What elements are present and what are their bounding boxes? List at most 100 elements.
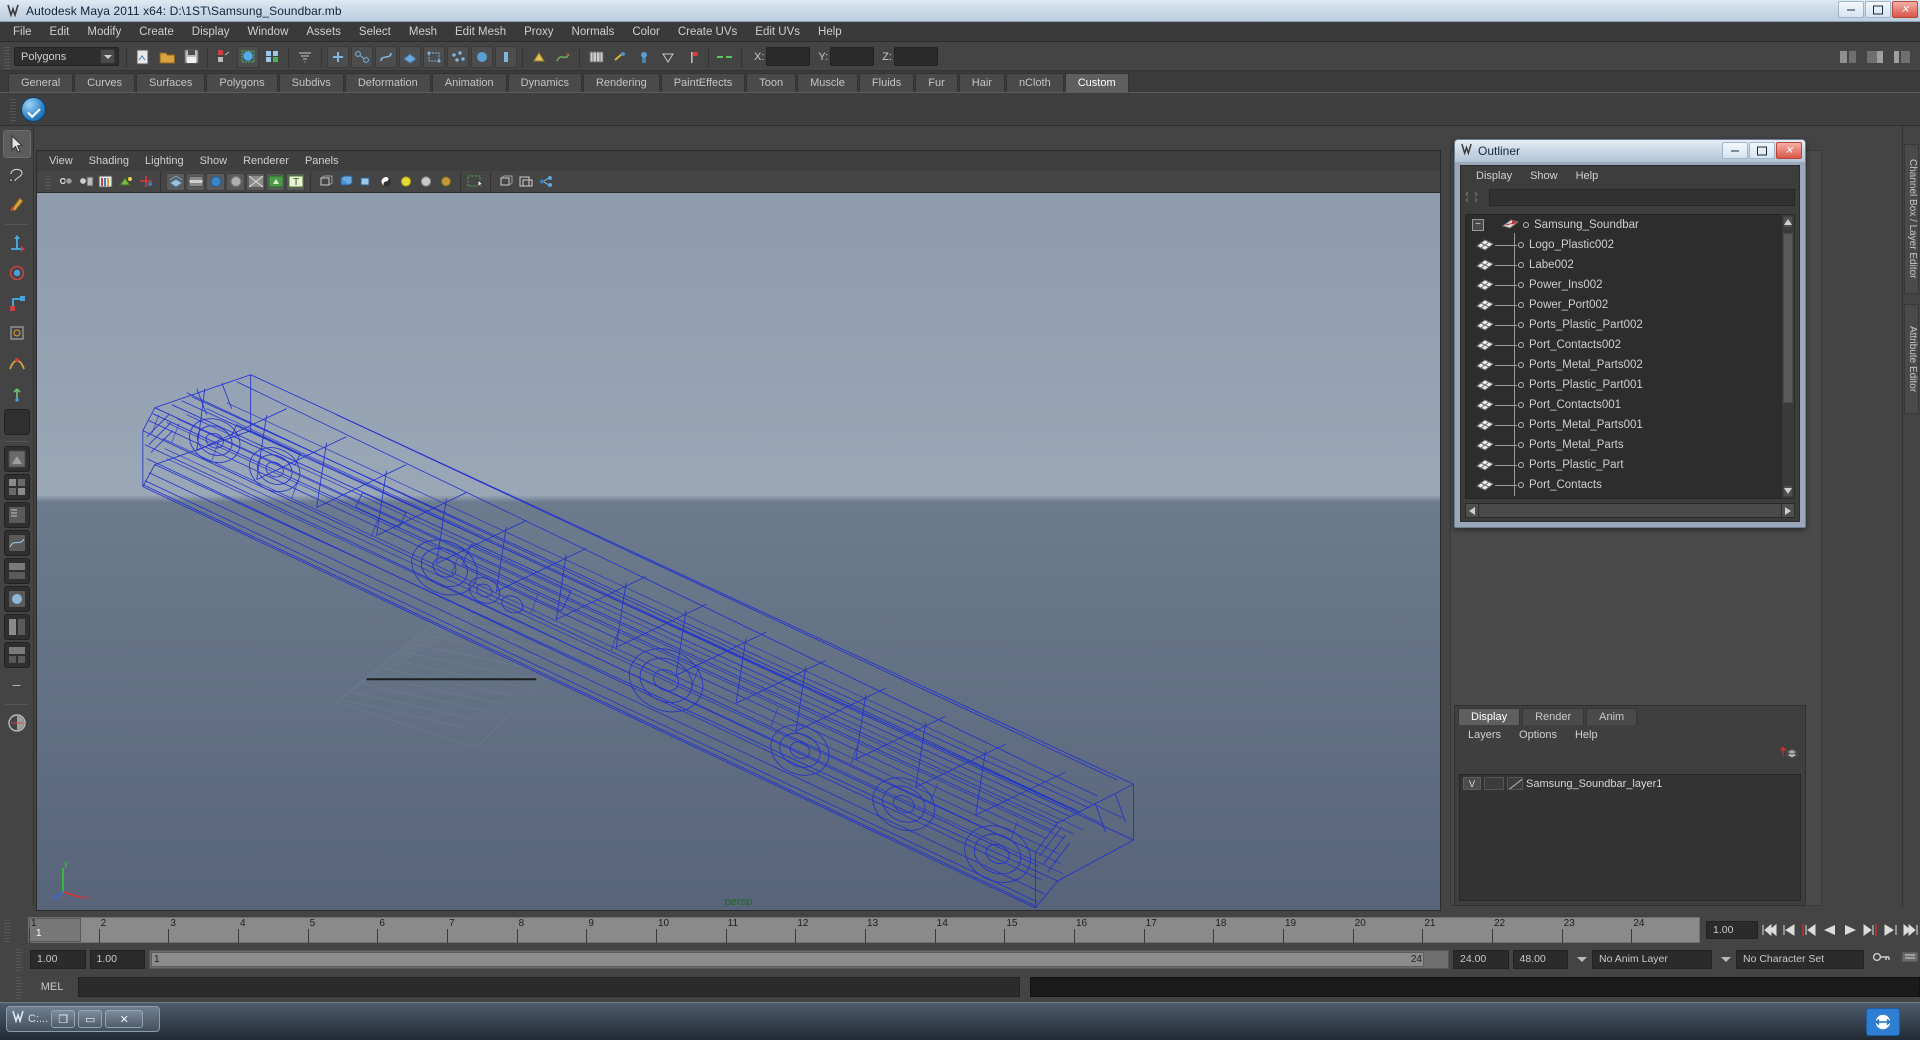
shelf-tab-surfaces[interactable]: Surfaces xyxy=(135,73,206,92)
command-input-field[interactable] xyxy=(78,977,1020,997)
character-set-dropdown[interactable]: No Character Set xyxy=(1716,949,1864,969)
outliner-item-label[interactable]: Ports_Metal_Parts001 xyxy=(1529,419,1643,431)
command-language-label[interactable]: MEL xyxy=(32,981,72,993)
snap-to-grid-button[interactable] xyxy=(528,46,550,68)
shelf-tab-rendering[interactable]: Rendering xyxy=(582,73,660,92)
bookmark-layout-icon[interactable] xyxy=(3,709,31,737)
close-button[interactable] xyxy=(1892,1,1918,18)
play-forwards-button[interactable] xyxy=(1841,920,1859,940)
anim-layer-dropdown[interactable]: No Anim Layer xyxy=(1572,949,1712,969)
shelf-tab-animation[interactable]: Animation xyxy=(431,73,507,92)
film-gate-icon[interactable] xyxy=(186,172,205,191)
viewport-menu-panels[interactable]: Panels xyxy=(297,153,347,169)
mask-deformations-button[interactable] xyxy=(423,45,445,68)
viewport-canvas[interactable]: y x z persp xyxy=(37,193,1440,910)
mask-joints-button[interactable] xyxy=(351,45,373,68)
viewport-menu-renderer[interactable]: Renderer xyxy=(235,153,297,169)
layer-menu-help[interactable]: Help xyxy=(1566,728,1607,742)
outliner-item-label[interactable]: Power_Ins002 xyxy=(1529,279,1603,291)
z-input-field[interactable] xyxy=(893,47,938,66)
scroll-up-arrow-icon[interactable] xyxy=(1783,216,1793,228)
layout-two-pane-button[interactable] xyxy=(3,614,30,640)
outliner-item-row[interactable]: Power_Ins002 xyxy=(1466,275,1794,295)
menu-create[interactable]: Create xyxy=(130,24,183,40)
outliner-item-row[interactable]: Port_Contacts xyxy=(1466,475,1794,495)
step-forward-key-button[interactable] xyxy=(1881,920,1899,940)
outliner-item-row[interactable]: Ports_Metal_Parts002 xyxy=(1466,355,1794,375)
menu-normals[interactable]: Normals xyxy=(563,24,624,40)
rail-tab-channel-box[interactable]: Channel Box / Layer Editor xyxy=(1904,144,1919,294)
isolate-select-icon[interactable] xyxy=(466,173,485,191)
show-manipulator-tool[interactable] xyxy=(3,379,31,407)
menu-display[interactable]: Display xyxy=(183,24,239,40)
outliner-close-button[interactable] xyxy=(1776,142,1802,159)
taskbar-restore-button[interactable]: ❐ xyxy=(51,1010,76,1028)
layout-persp-outliner-button[interactable] xyxy=(3,502,30,528)
lasso-tool[interactable] xyxy=(3,160,31,188)
outliner-item-row[interactable]: Power_Port002 xyxy=(1466,295,1794,315)
outliner-vertical-scrollbar[interactable] xyxy=(1781,214,1795,499)
time-slider-track[interactable]: 1 1 2 3 4 5 6 7 8 9 10 11 12 13 14 15 16 17 18 19 20 21 22 23 2… xyxy=(28,917,1700,943)
shelf-tab-toon[interactable]: Toon xyxy=(746,73,797,92)
universal-manipulator-tool[interactable] xyxy=(3,319,31,347)
shelf-tab-custom[interactable]: Custom xyxy=(1064,73,1129,92)
select-by-component-type-button[interactable] xyxy=(261,46,283,68)
animation-end-time-field[interactable]: 48.00 xyxy=(1512,949,1568,969)
tab-render-layers[interactable]: Render xyxy=(1522,708,1585,725)
outliner-minimize-button[interactable] xyxy=(1722,142,1748,159)
ipr-render-button[interactable] xyxy=(657,46,679,68)
auto-keyframe-toggle-icon[interactable] xyxy=(1872,950,1892,969)
show-hide-editors-button[interactable] xyxy=(714,46,736,68)
taskbar-item[interactable]: C:... ❐ ▭ ✕ xyxy=(6,1006,160,1032)
outliner-item-label[interactable]: Ports_Plastic_Part001 xyxy=(1529,379,1643,391)
status-line-grip[interactable] xyxy=(2,44,12,69)
xray-shading-icon[interactable] xyxy=(316,173,335,191)
time-slider-grip[interactable] xyxy=(2,918,12,942)
mask-handles-button[interactable] xyxy=(327,45,349,68)
mask-misc-button[interactable] xyxy=(495,45,517,68)
shelf-tab-general[interactable]: General xyxy=(8,73,74,92)
show-channel-box-button[interactable] xyxy=(1837,46,1859,68)
animation-start-time-field[interactable]: 1.00 xyxy=(30,949,86,969)
snap-to-curve-button[interactable] xyxy=(552,46,574,68)
outliner-item-row[interactable]: Ports_Plastic_Part002 xyxy=(1466,315,1794,335)
display-layer-list[interactable]: V Samsung_Soundbar_layer1 xyxy=(1459,774,1801,901)
outliner-item-label[interactable]: Logo_Plastic002 xyxy=(1529,239,1614,251)
viewport-panel[interactable]: View Shading Lighting Show Renderer Pane… xyxy=(36,150,1441,911)
viewport-menu-show[interactable]: Show xyxy=(192,153,236,169)
tab-display-layers[interactable]: Display xyxy=(1458,708,1521,725)
scroll-down-arrow-icon[interactable] xyxy=(1783,485,1793,497)
mask-rendering-button[interactable] xyxy=(471,45,493,68)
outliner-window[interactable]: Outliner Display Show Help − xyxy=(1454,139,1806,528)
animation-preferences-button[interactable] xyxy=(1900,949,1920,969)
scrollbar-thumb[interactable] xyxy=(1783,233,1793,403)
shelf-tab-hair[interactable]: Hair xyxy=(958,73,1005,92)
x-input-field[interactable] xyxy=(766,47,811,66)
hypershade-button[interactable] xyxy=(633,46,655,68)
show-tool-settings-button[interactable] xyxy=(1891,46,1913,68)
outliner-item-row[interactable]: Ports_Metal_Parts xyxy=(1466,435,1794,455)
rail-tab-attribute-editor[interactable]: Attribute Editor xyxy=(1904,304,1919,414)
layout-four-view-button[interactable] xyxy=(3,474,30,500)
save-scene-button[interactable] xyxy=(180,46,202,68)
menu-proxy[interactable]: Proxy xyxy=(515,24,562,40)
maximize-button[interactable] xyxy=(1865,1,1891,18)
outliner-item-label[interactable]: Power_Port002 xyxy=(1529,299,1608,311)
outliner-item-label[interactable]: Labe002 xyxy=(1529,259,1574,271)
menu-mesh[interactable]: Mesh xyxy=(400,24,446,40)
layer-playback-toggle[interactable] xyxy=(1484,777,1504,790)
layout-hypershade-persp-button[interactable] xyxy=(3,558,30,584)
outliner-menu-display[interactable]: Display xyxy=(1467,168,1521,184)
select-by-hierarchy-button[interactable] xyxy=(213,46,235,68)
tab-anim-layers[interactable]: Anim xyxy=(1586,708,1638,725)
shaded-display-icon[interactable] xyxy=(206,172,225,191)
outliner-item-label[interactable]: Port_Contacts002 xyxy=(1529,339,1621,351)
range-bar[interactable]: 1 24 xyxy=(149,949,1449,969)
component-mask-menu-button[interactable] xyxy=(294,46,316,68)
image-plane-icon[interactable] xyxy=(116,173,135,191)
outliner-item-label[interactable]: Port_Contacts001 xyxy=(1529,399,1621,411)
menu-select[interactable]: Select xyxy=(350,24,400,40)
taskbar-close-button[interactable]: ✕ xyxy=(105,1010,144,1028)
play-backwards-button[interactable] xyxy=(1820,920,1838,940)
range-start-time-field[interactable]: 1.00 xyxy=(89,949,145,969)
